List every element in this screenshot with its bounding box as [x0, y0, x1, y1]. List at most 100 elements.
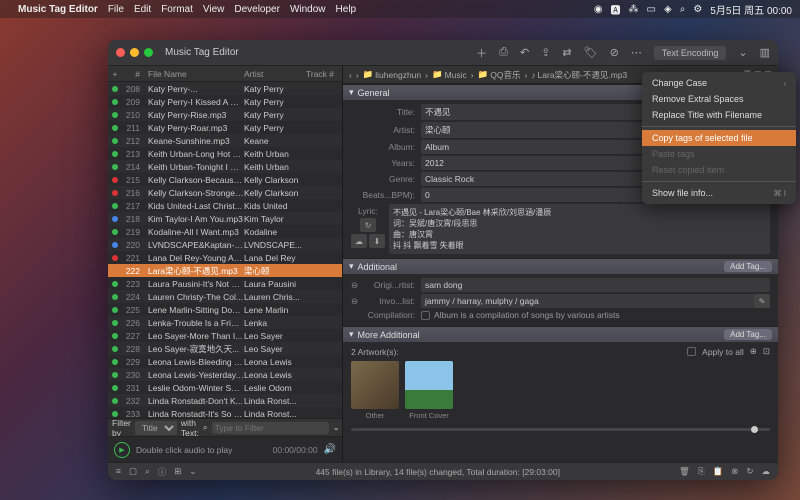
sb-list-icon[interactable]: ≡	[116, 466, 121, 478]
col-filename[interactable]: File Name	[144, 69, 244, 79]
menu-format[interactable]: Format	[161, 4, 193, 15]
orig-artist-field[interactable]: sam dong	[421, 278, 770, 292]
tag-icon[interactable]: 🏷	[584, 46, 598, 59]
table-row[interactable]: 219Kodaline-All I Want.mp3Kodaline	[108, 225, 342, 238]
record-icon[interactable]: ◉	[594, 4, 603, 15]
filter-input[interactable]	[212, 422, 329, 434]
art-add-icon[interactable]: ⊕	[750, 346, 757, 357]
table-row[interactable]: 218Kim Taylor-I Am You.mp3Kim Taylor	[108, 212, 342, 225]
sb-copy-icon[interactable]: ⎘	[698, 466, 705, 477]
sb-paste-icon[interactable]: 📋	[713, 466, 724, 477]
menu-window[interactable]: Window	[290, 4, 326, 15]
add-column-icon[interactable]: +	[108, 69, 122, 79]
apply-all-checkbox[interactable]	[687, 347, 696, 356]
sb-trash-icon[interactable]: 🗑	[679, 466, 690, 477]
ctx-copy-tags[interactable]: Copy tags of selected file	[642, 130, 796, 146]
section-more[interactable]: ▾ More AdditionalAdd Tag...	[343, 326, 778, 342]
panel-toggle-icon[interactable]: ▥	[760, 46, 770, 59]
app-menu[interactable]: Music Tag Editor	[18, 4, 98, 15]
ctx-show-file-info[interactable]: Show file info...⌘ I	[642, 185, 796, 201]
clock[interactable]: 5月5日 周五 00:00	[710, 2, 792, 17]
artwork-thumb-front[interactable]: Front Cover	[405, 361, 453, 420]
art-action-icon[interactable]: ⊡	[763, 346, 770, 357]
chevron-down-icon[interactable]: ⌄	[738, 46, 747, 59]
table-row[interactable]: 222Lara梁心颐-不遇见.mp3梁心颐	[108, 264, 342, 277]
col-track[interactable]: Track #	[306, 69, 342, 79]
add-icon[interactable]: ＋	[476, 45, 487, 61]
table-row[interactable]: 227Leo Sayer-More Than I...Leo Sayer	[108, 329, 342, 342]
table-row[interactable]: 228Leo Sayer-寂寞地久天...Leo Sayer	[108, 342, 342, 355]
sb-folder-icon[interactable]: ▢	[129, 466, 137, 478]
table-row[interactable]: 214Keith Urban-Tonight I W...Keith Urban	[108, 160, 342, 173]
lyric-download-icon[interactable]: ⬇	[369, 234, 385, 248]
filter-field-select[interactable]: Title	[135, 421, 177, 435]
table-row[interactable]: 220LVNDSCAPE&Kaptan-W...LVNDSCAPE...	[108, 238, 342, 251]
rename-icon[interactable]: ⇄	[562, 46, 571, 59]
table-row[interactable]: 230Leona Lewis-Yesterday....Leona Lewis	[108, 368, 342, 381]
play-button[interactable]: ▶	[114, 442, 130, 458]
lyric-refresh-icon[interactable]: ↻	[360, 218, 376, 232]
export-icon[interactable]: ⇪	[541, 46, 550, 59]
sb-clear-icon[interactable]: ⊗	[731, 466, 738, 477]
add-tag-button[interactable]: Add Tag...	[724, 261, 772, 272]
sb-chevron-icon[interactable]: ⌄	[189, 466, 196, 478]
table-row[interactable]: 217Kids United-Last Christ...Kids United	[108, 199, 342, 212]
lyric-cloud-icon[interactable]: ☁	[351, 234, 367, 248]
crumb-3[interactable]: Lara梁心颐-不遇见.mp3	[538, 69, 628, 81]
sb-refresh-icon[interactable]: ↻	[746, 466, 753, 477]
control-center-icon[interactable]: ⚙	[693, 4, 702, 15]
table-row[interactable]: 208Katy Perry-...Katy Perry	[108, 82, 342, 95]
menu-edit[interactable]: Edit	[134, 4, 151, 15]
nav-back-icon[interactable]: ‹	[349, 70, 352, 80]
search-icon[interactable]: ⌕	[680, 4, 686, 15]
table-row[interactable]: 226Lenka-Trouble Is a Frien...Lenka	[108, 316, 342, 329]
more-icon[interactable]: ⋯	[631, 46, 642, 59]
table-row[interactable]: 232Linda Ronstadt-Don't K...Linda Ronst.…	[108, 394, 342, 407]
nav-fwd-icon[interactable]: ›	[356, 70, 359, 80]
clear-icon[interactable]: ⊘	[610, 46, 619, 59]
table-row[interactable]: 229Leona Lewis-Bleeding L...Leona Lewis	[108, 355, 342, 368]
menu-developer[interactable]: Developer	[234, 4, 280, 15]
table-row[interactable]: 212Keane-Sunshine.mp3Keane	[108, 134, 342, 147]
close-button[interactable]	[116, 48, 125, 57]
col-artist[interactable]: Artist	[244, 69, 306, 79]
involved-field[interactable]: jammy / harray, mulphy / gaga	[421, 294, 754, 308]
crumb-1[interactable]: Music	[445, 70, 467, 80]
add-tag-button-2[interactable]: Add Tag...	[724, 329, 772, 340]
bluetooth-icon[interactable]: ⁂	[629, 4, 639, 15]
lyric-field[interactable]: 不遇见 - Lara梁心颐/Bae 林采欣/刘思涵/潘辰 词：吴斌/唐汉霄/段思…	[389, 204, 770, 254]
menu-file[interactable]: File	[108, 4, 124, 15]
table-row[interactable]: 210Katy Perry-Rise.mp3Katy Perry	[108, 108, 342, 121]
remove-tag-icon[interactable]: ⊖	[351, 280, 363, 291]
menu-view[interactable]: View	[203, 4, 225, 15]
volume-icon[interactable]: 🔊	[324, 444, 336, 455]
table-row[interactable]: 209Katy Perry-I Kissed A Gi...Katy Perry	[108, 95, 342, 108]
ctx-remove-spaces[interactable]: Remove Extral Spaces	[642, 91, 796, 107]
crumb-0[interactable]: liuhengzhun	[375, 70, 421, 80]
table-row[interactable]: 223Laura Pausini-It's Not G...Laura Paus…	[108, 277, 342, 290]
table-row[interactable]: 215Kelly Clarkson-Because...Kelly Clarks…	[108, 173, 342, 186]
ctx-replace-title[interactable]: Replace Title with Filename	[642, 107, 796, 123]
ctx-change-case[interactable]: Change Case›	[642, 75, 796, 91]
crumb-2[interactable]: QQ音乐	[490, 69, 520, 81]
sb-info-icon[interactable]: ⓘ	[158, 466, 167, 478]
sb-grid-icon[interactable]: ⊞	[174, 466, 181, 478]
sb-cloud-icon[interactable]: ☁	[762, 466, 771, 477]
zoom-slider[interactable]	[351, 428, 770, 431]
table-row[interactable]: 233Linda Ronstadt-It's So E...Linda Rons…	[108, 407, 342, 418]
battery-icon[interactable]: ▭	[647, 4, 656, 15]
table-row[interactable]: 221Lana Del Rey-Young An...Lana Del Rey	[108, 251, 342, 264]
table-row[interactable]: 216Kelly Clarkson-Stronger...Kelly Clark…	[108, 186, 342, 199]
minimize-button[interactable]	[130, 48, 139, 57]
undo-icon[interactable]: ↶	[520, 46, 529, 59]
artwork-thumb-other[interactable]: Other	[351, 361, 399, 420]
sb-search-icon[interactable]: ⌕	[145, 466, 150, 478]
section-additional[interactable]: ▾ AdditionalAdd Tag...	[343, 258, 778, 274]
text-encoding-button[interactable]: Text Encoding	[654, 46, 727, 60]
filter-chevron-icon[interactable]: ⌄	[333, 422, 340, 433]
remove-tag-icon[interactable]: ⊖	[351, 296, 363, 307]
table-row[interactable]: 211Katy Perry-Roar.mp3Katy Perry	[108, 121, 342, 134]
save-icon[interactable]: ⎙	[499, 46, 508, 59]
table-row[interactable]: 213Keith Urban-Long Hot S...Keith Urban	[108, 147, 342, 160]
col-num[interactable]: #	[122, 69, 144, 79]
